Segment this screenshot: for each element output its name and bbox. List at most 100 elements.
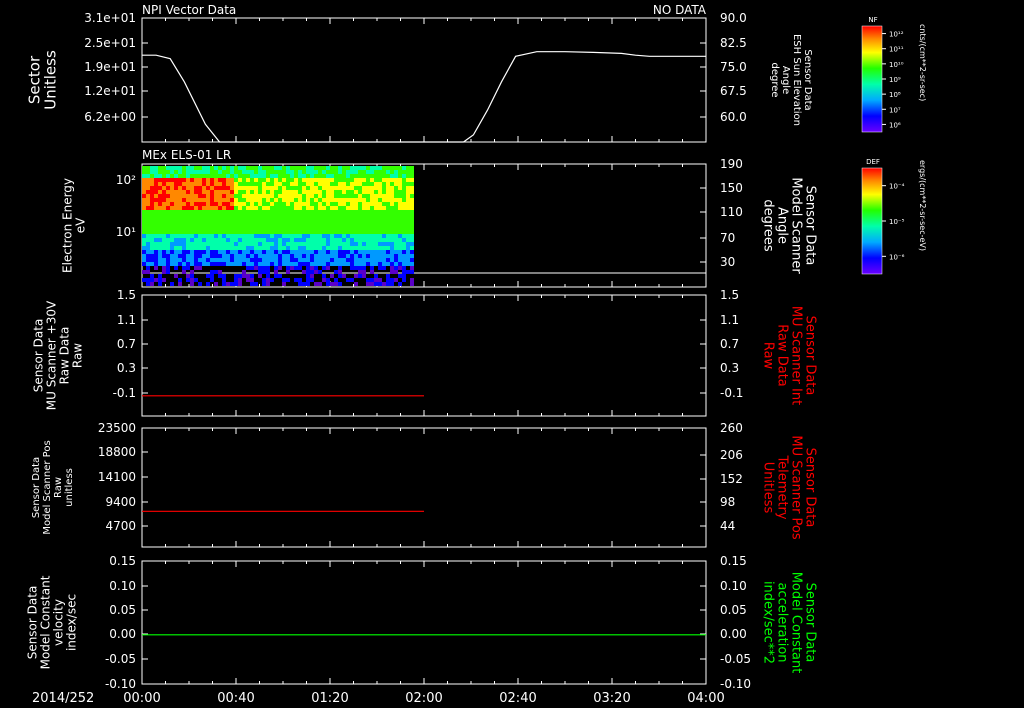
spectrogram-cell [302, 262, 306, 266]
spectrogram-cell [170, 198, 174, 202]
spectrogram-cell [314, 282, 318, 286]
spectrogram-cell [154, 230, 158, 234]
spectrogram-cell [306, 202, 310, 206]
spectrogram-cell [374, 278, 378, 282]
spectrogram-cell [150, 210, 154, 214]
spectrogram-cell [226, 182, 230, 186]
spectrogram-cell [142, 262, 146, 266]
spectrogram-cell [178, 178, 182, 182]
spectrogram-cell [278, 246, 282, 250]
spectrogram-cell [150, 282, 154, 286]
right-label-line: Unitless [760, 462, 775, 514]
spectrogram-cell [254, 206, 258, 210]
spectrogram-cell [394, 246, 398, 250]
spectrogram-cell [378, 278, 382, 282]
spectrogram-cell [362, 258, 366, 262]
spectrogram-cell [282, 230, 286, 234]
spectrogram-cell [170, 178, 174, 182]
spectrogram-cell [406, 214, 410, 218]
spectrogram-cell [294, 254, 298, 258]
spectrogram-cell [166, 226, 170, 230]
spectrogram-cell [306, 214, 310, 218]
colorbar-def-title: DEF [866, 158, 880, 166]
spectrogram-cell [350, 226, 354, 230]
spectrogram-cell [198, 210, 202, 214]
spectrogram-cell [190, 190, 194, 194]
spectrogram-cell [286, 278, 290, 282]
spectrogram-cell [378, 266, 382, 270]
spectrogram-cell [310, 190, 314, 194]
spectrogram-cell [218, 238, 222, 242]
spectrogram-cell [286, 206, 290, 210]
spectrogram-cell [262, 226, 266, 230]
spectrogram-cell [194, 258, 198, 262]
spectrogram-cell [402, 226, 406, 230]
spectrogram-cell [378, 222, 382, 226]
spectrogram-cell [318, 242, 322, 246]
left-label-line: Sensor Data [31, 457, 42, 518]
spectrogram-cell [242, 250, 246, 254]
spectrogram-cell [178, 242, 182, 246]
spectrogram-cell [194, 234, 198, 238]
spectrogram-cell [230, 238, 234, 242]
spectrogram-cell [354, 218, 358, 222]
spectrogram-cell [410, 190, 414, 194]
spectrogram-cell [346, 194, 350, 198]
spectrogram-cell [322, 222, 326, 226]
spectrogram-cell [274, 194, 278, 198]
spectrogram-cell [382, 222, 386, 226]
spectrogram-cell [150, 222, 154, 226]
spectrogram-cell [174, 202, 178, 206]
spectrogram-cell [250, 278, 254, 282]
spectrogram-cell [198, 182, 202, 186]
spectrogram-cell [250, 166, 254, 170]
colorbar-tick-label: 10⁸ [889, 91, 901, 99]
spectrogram-cell [326, 226, 330, 230]
spectrogram-cell [162, 190, 166, 194]
spectrogram-cell [306, 234, 310, 238]
spectrogram-cell [282, 278, 286, 282]
spectrogram-cell [362, 262, 366, 266]
spectrogram-cell [262, 234, 266, 238]
spectrogram-cell [294, 214, 298, 218]
spectrogram-cell [398, 182, 402, 186]
spectrogram-cell [178, 166, 182, 170]
spectrogram-cell [194, 218, 198, 222]
spectrogram-cell [290, 262, 294, 266]
spectrogram-cell [250, 198, 254, 202]
spectrogram-cell [330, 262, 334, 266]
panel-4-right-label: Sensor DataMU Scanner PosTelemetryUnitle… [760, 435, 817, 540]
spectrogram-cell [214, 270, 218, 274]
spectrogram-cell [282, 226, 286, 230]
spectrogram-cell [214, 174, 218, 178]
spectrogram-cell [198, 238, 202, 242]
spectrogram-cell [214, 242, 218, 246]
spectrogram-cell [366, 234, 370, 238]
spectrogram-cell [278, 242, 282, 246]
spectrogram-cell [162, 194, 166, 198]
spectrogram-cell [370, 218, 374, 222]
spectrogram-cell [206, 178, 210, 182]
spectrogram-cell [322, 174, 326, 178]
spectrogram-cell [254, 258, 258, 262]
spectrogram-cell [262, 282, 266, 286]
spectrogram-cell [398, 258, 402, 262]
spectrogram-cell [402, 210, 406, 214]
spectrogram-cell [150, 238, 154, 242]
spectrogram-cell [194, 186, 198, 190]
spectrogram-cell [286, 254, 290, 258]
spectrogram-cell [158, 250, 162, 254]
spectrogram-cell [370, 190, 374, 194]
spectrogram-cell [318, 194, 322, 198]
spectrogram-cell [226, 174, 230, 178]
spectrogram-cell [282, 170, 286, 174]
right-label-line: Raw Data [774, 324, 789, 387]
spectrogram-cell [158, 174, 162, 178]
spectrogram-cell [310, 262, 314, 266]
spectrogram-cell [242, 206, 246, 210]
spectrogram-cell [246, 210, 250, 214]
spectrogram-cell [334, 238, 338, 242]
spectrogram-cell [274, 226, 278, 230]
spectrogram-cell [362, 230, 366, 234]
spectrogram-cell [258, 178, 262, 182]
